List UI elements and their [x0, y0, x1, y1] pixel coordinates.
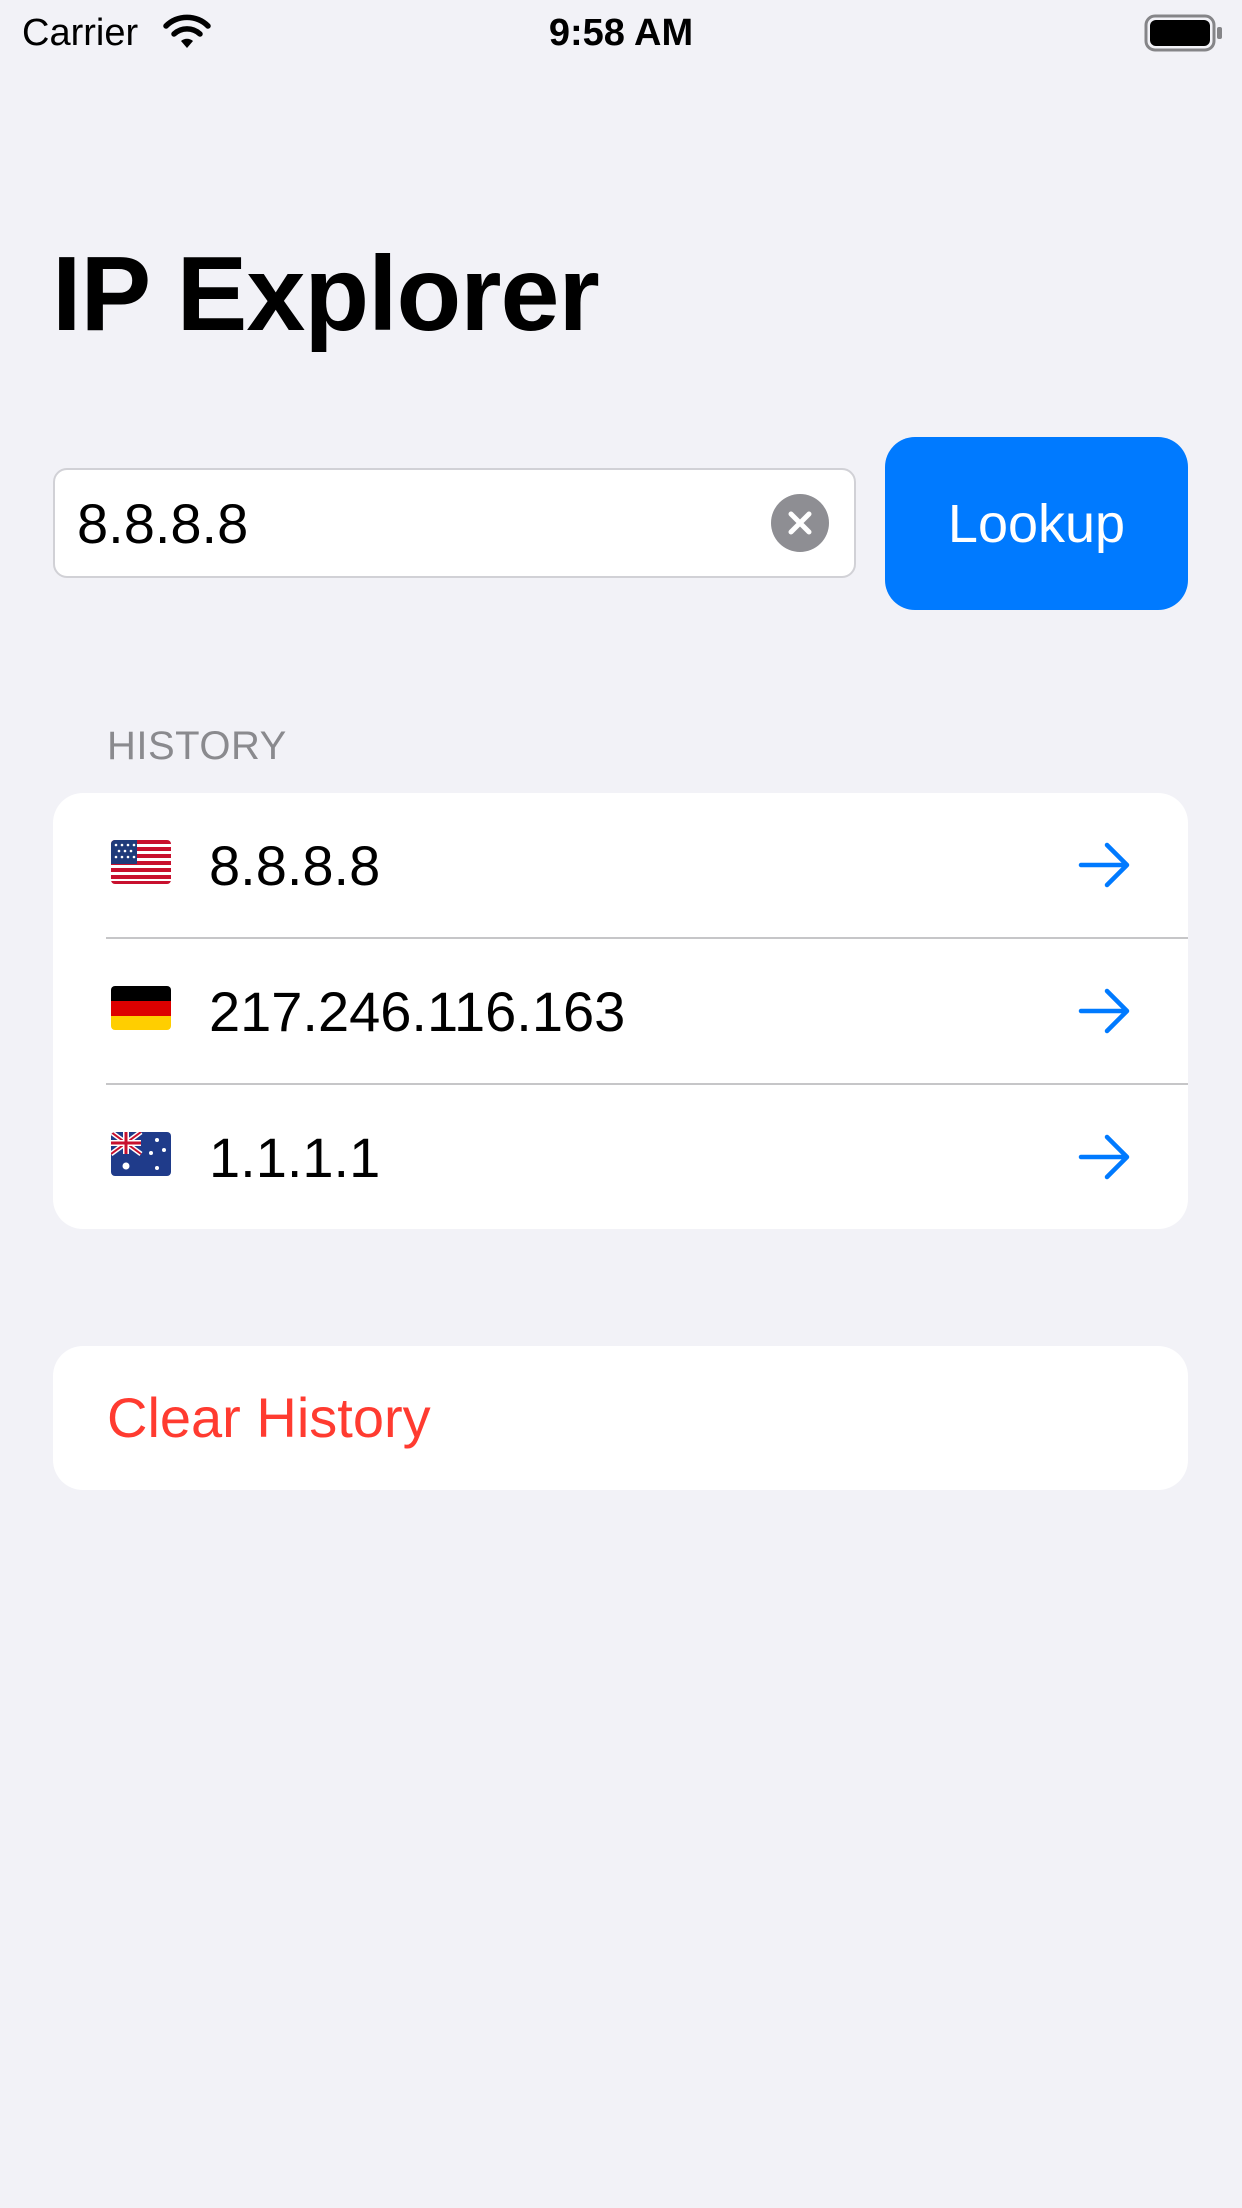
history-item[interactable]: 1.1.1.1	[53, 1085, 1188, 1229]
history-item[interactable]: 217.246.116.163	[53, 939, 1188, 1084]
arrow-right-icon[interactable]	[1077, 1133, 1133, 1181]
battery-icon	[1144, 14, 1224, 52]
history-ip-label: 217.246.116.163	[209, 980, 626, 1043]
arrow-right-icon[interactable]	[1077, 841, 1133, 889]
clear-history-group: Clear History	[53, 1346, 1188, 1490]
history-ip-label: 8.8.8.8	[209, 834, 381, 897]
ip-search-input[interactable]	[77, 470, 757, 576]
history-item[interactable]: 8.8.8.8	[53, 793, 1188, 938]
history-list: 8.8.8.8 217.246.116.163 1.1.1.1	[53, 793, 1188, 1229]
clear-history-button[interactable]: Clear History	[107, 1346, 431, 1490]
ip-search-field[interactable]	[53, 468, 856, 578]
status-bar: Carrier 9:58 AM	[0, 0, 1242, 66]
de-flag-icon	[111, 986, 171, 1030]
history-ip-label: 1.1.1.1	[209, 1126, 381, 1189]
history-section-header: HISTORY	[107, 724, 287, 768]
clear-circle-icon[interactable]	[771, 494, 829, 552]
page-title: IP Explorer	[52, 235, 600, 353]
au-flag-icon	[111, 1132, 171, 1176]
status-time: 9:58 AM	[548, 12, 694, 54]
lookup-button[interactable]: Lookup	[885, 437, 1188, 610]
arrow-right-icon[interactable]	[1077, 987, 1133, 1035]
us-flag-icon	[111, 840, 171, 884]
